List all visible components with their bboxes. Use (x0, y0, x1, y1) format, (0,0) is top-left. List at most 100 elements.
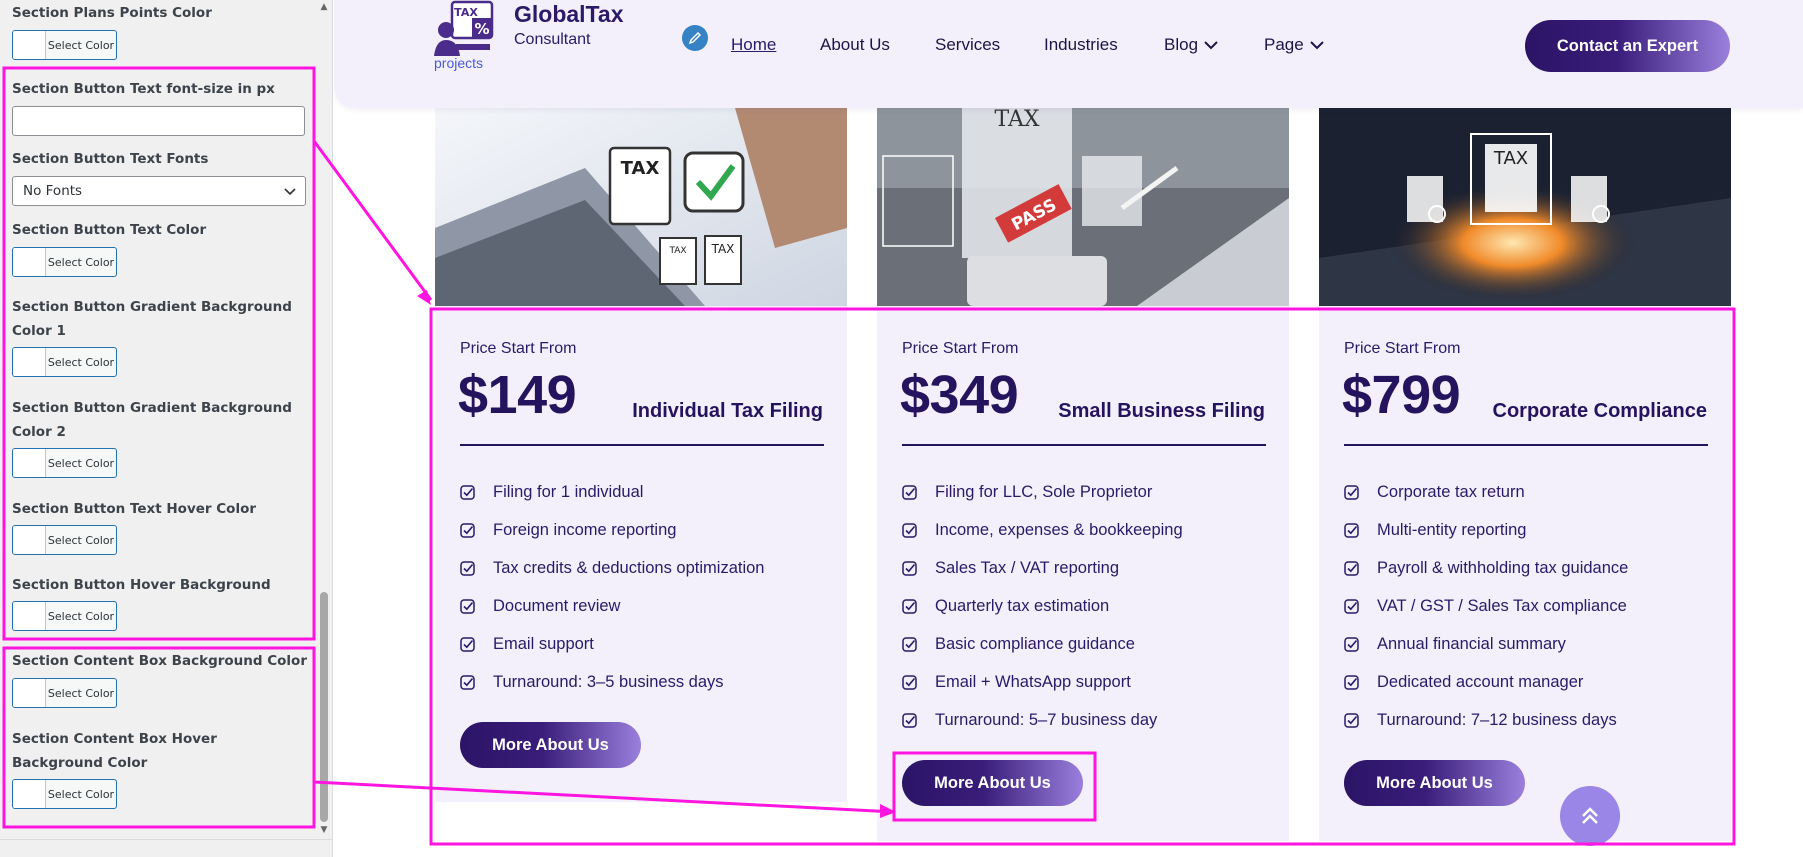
nav-services[interactable]: Services (935, 35, 1000, 55)
select-arrow-icon (284, 188, 296, 196)
checkbox-icon (902, 561, 917, 576)
content-box-bg-button[interactable]: Select Color (12, 678, 117, 708)
feature-text: Turnaround: 3–5 business days (493, 673, 724, 691)
feature-text: Multi-entity reporting (1377, 521, 1527, 539)
button-font-size-input[interactable] (12, 106, 305, 136)
feature-text: Annual financial summary (1377, 635, 1566, 653)
label-button-gradient-2: Section Button Gradient Background Color… (12, 400, 292, 440)
feature-item: Turnaround: 5–7 business day (902, 711, 1157, 730)
feature-text: Basic compliance guidance (935, 635, 1135, 653)
feature-text: Corporate tax return (1377, 483, 1525, 501)
feature-text: Income, expenses & bookkeeping (935, 521, 1183, 539)
price-value: $799 (1342, 365, 1461, 425)
select-color-label: Select Color (47, 38, 115, 52)
nav-about-us[interactable]: About Us (820, 35, 890, 55)
nav-home-label: Home (731, 35, 777, 54)
nav-industries-label: Industries (1044, 35, 1118, 54)
feature-item: Document review (460, 597, 620, 616)
feature-item: Tax credits & deductions optimization (460, 559, 764, 578)
checkbox-icon (1344, 523, 1359, 538)
select-color-label: Select Color (47, 686, 115, 700)
price-value: $349 (900, 365, 1019, 425)
button-text-color-button[interactable]: Select Color (12, 247, 117, 277)
scroll-to-top-button[interactable] (1560, 786, 1620, 846)
checkbox-icon (1344, 599, 1359, 614)
select-color-label: Select Color (47, 456, 115, 470)
content-box-hover-bg-button[interactable]: Select Color (12, 779, 117, 809)
image-text: TAX (994, 108, 1039, 132)
plan-name: Small Business Filing (1058, 400, 1265, 422)
button-fonts-selected: No Fonts (23, 183, 83, 199)
label-button-font-size: Section Button Text font-size in px (12, 81, 275, 97)
scrollbar-thumb[interactable] (320, 592, 328, 822)
divider (902, 444, 1266, 446)
nav-home[interactable]: Home (731, 35, 776, 55)
button-gradient-2-button[interactable]: Select Color (12, 448, 117, 478)
label-content-box-hover-bg: Section Content Box Hover Background Col… (12, 731, 217, 771)
color-swatch (13, 679, 46, 707)
label-button-fonts: Section Button Text Fonts (12, 151, 209, 167)
checkbox-icon (1344, 713, 1359, 728)
checkbox-icon (902, 485, 917, 500)
more-about-us-button[interactable]: More About Us (460, 722, 641, 768)
price-value: $149 (458, 365, 577, 425)
label-button-text-color: Section Button Text Color (12, 222, 207, 238)
nav-blog[interactable]: Blog (1164, 35, 1218, 55)
price-from-label: Price Start From (1344, 340, 1461, 357)
pricing-card-small-business: Price Start From $349 Small Business Fil… (877, 306, 1289, 841)
nav-page[interactable]: Page (1264, 35, 1324, 55)
nav-services-label: Services (935, 35, 1001, 54)
double-chevron-up-icon (1582, 807, 1598, 824)
logo-tagline: projects (434, 55, 484, 71)
label-button-hover-text: Section Button Text Hover Color (12, 501, 257, 517)
scroll-up-arrow-icon[interactable]: ▲ (318, 1, 330, 13)
feature-text: Filing for 1 individual (493, 483, 644, 501)
checkbox-icon (902, 713, 917, 728)
pricing-card-corporate: Price Start From $799 Corporate Complian… (1319, 306, 1731, 841)
chevron-down-icon (1309, 41, 1324, 50)
select-color-label: Select Color (47, 355, 115, 369)
feature-item: Turnaround: 3–5 business days (460, 673, 724, 692)
feature-text: Filing for LLC, Sole Proprietor (935, 483, 1153, 501)
feature-text: Sales Tax / VAT reporting (935, 559, 1120, 577)
feature-item: Dedicated account manager (1344, 673, 1583, 692)
feature-text: Email support (493, 635, 594, 653)
color-swatch (13, 602, 46, 630)
color-swatch (13, 780, 46, 808)
feature-item: Turnaround: 7–12 business days (1344, 711, 1617, 730)
divider (460, 444, 824, 446)
scroll-down-arrow-icon[interactable]: ▼ (318, 824, 330, 836)
checkbox-icon (460, 485, 475, 500)
feature-item: Sales Tax / VAT reporting (902, 559, 1119, 578)
plans-points-color-button[interactable]: Select Color (12, 30, 117, 60)
plan-name: Corporate Compliance (1492, 400, 1707, 422)
button-gradient-1-button[interactable]: Select Color (12, 347, 117, 377)
logo-badge-text: TAX (454, 6, 478, 19)
feature-text: Tax credits & deductions optimization (493, 559, 765, 577)
more-about-us-button[interactable]: More About Us (902, 760, 1083, 806)
button-fonts-select[interactable]: No Fonts (12, 176, 306, 206)
checkbox-icon (460, 561, 475, 576)
feature-text: Turnaround: 5–7 business day (935, 711, 1158, 729)
image-text: TAX (621, 158, 660, 179)
pencil-icon[interactable] (682, 25, 708, 51)
button-hover-bg-button[interactable]: Select Color (12, 601, 117, 631)
checkbox-icon (1344, 485, 1359, 500)
color-swatch (13, 31, 46, 59)
feature-item: Email + WhatsApp support (902, 673, 1131, 692)
feature-item: Filing for LLC, Sole Proprietor (902, 483, 1152, 502)
feature-item: Filing for 1 individual (460, 483, 643, 502)
feature-item: VAT / GST / Sales Tax compliance (1344, 597, 1627, 616)
logo-title[interactable]: GlobalTax (514, 1, 624, 28)
checkbox-icon (902, 523, 917, 538)
divider (1344, 444, 1708, 446)
logo-icon: TAX % (434, 0, 494, 56)
card-image-individual: TAX TAX TAX (435, 108, 847, 306)
select-color-label: Select Color (47, 533, 115, 547)
nav-industries[interactable]: Industries (1044, 35, 1118, 55)
button-hover-text-button[interactable]: Select Color (12, 525, 117, 555)
checkbox-icon (902, 675, 917, 690)
contact-expert-button[interactable]: Contact an Expert (1525, 20, 1730, 72)
more-about-us-button[interactable]: More About Us (1344, 760, 1525, 806)
site-header: TAX % GlobalTax Consultant projects Home… (334, 0, 1803, 108)
